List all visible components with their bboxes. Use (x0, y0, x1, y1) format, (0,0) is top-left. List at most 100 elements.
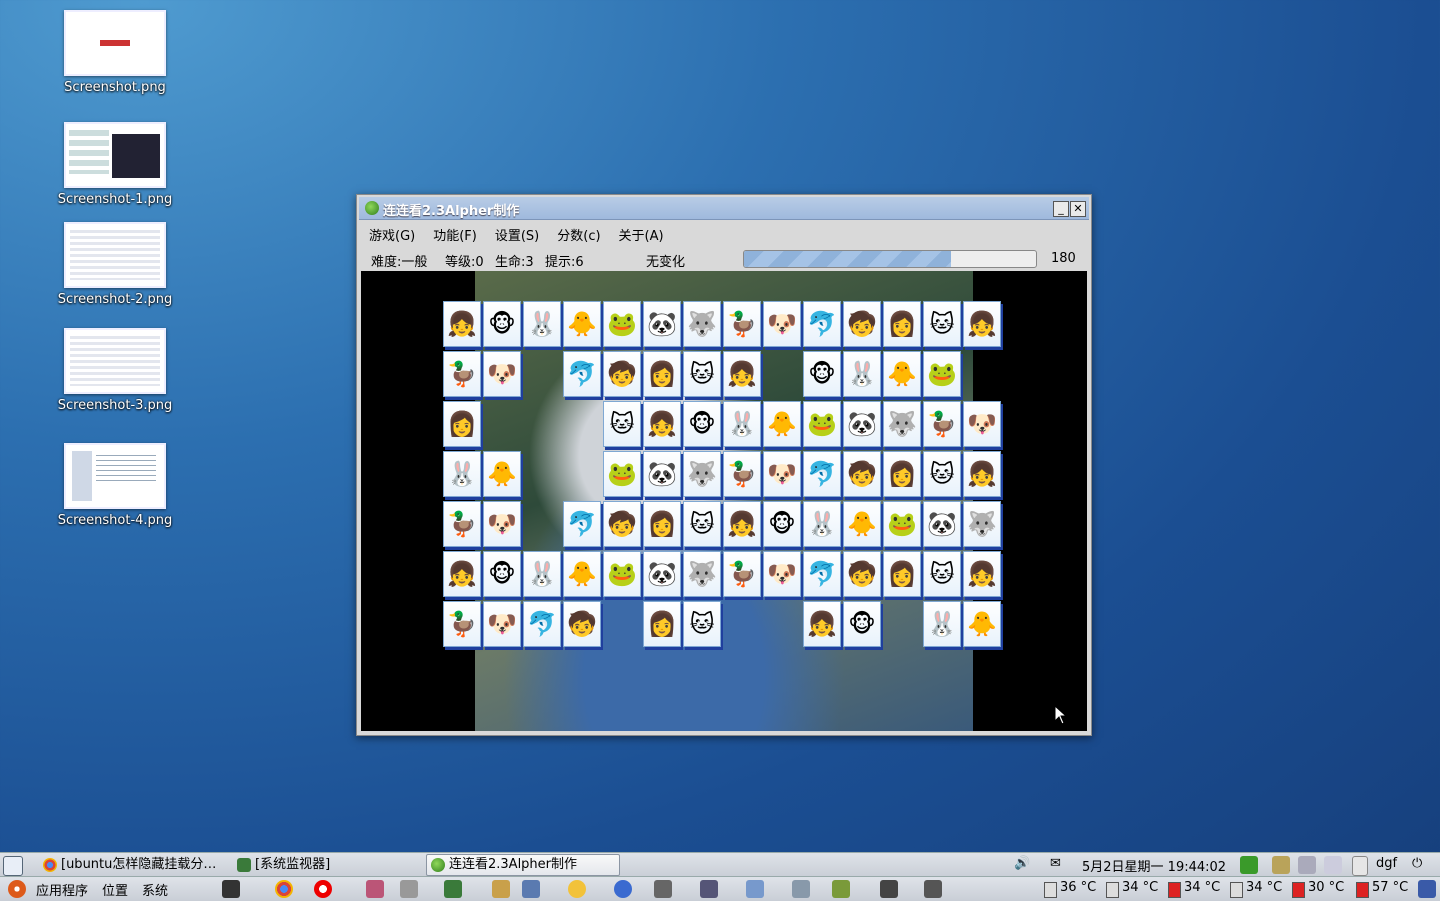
game-tile[interactable]: 🐼 (643, 451, 681, 497)
game-tile[interactable]: 🐶 (483, 351, 521, 397)
game-tile[interactable]: 🧒 (843, 551, 881, 597)
game-tile[interactable]: 🐵 (843, 601, 881, 647)
file-manager-icon[interactable] (400, 880, 418, 898)
show-desktop-icon[interactable] (3, 856, 23, 876)
menu-settings[interactable]: 设置(S) (485, 221, 547, 245)
game-tile[interactable]: 🐬 (563, 351, 601, 397)
game-tile[interactable]: 👧 (443, 551, 481, 597)
game-tray-icon[interactable] (1240, 856, 1258, 874)
game-tile[interactable]: 🐱 (923, 451, 961, 497)
game-tile[interactable]: 🐺 (963, 501, 1001, 547)
game-tile[interactable]: 👩 (883, 551, 921, 597)
virtualbox-icon[interactable] (492, 880, 510, 898)
cube-icon[interactable] (522, 880, 540, 898)
network-manager-icon[interactable] (700, 880, 718, 898)
game-tile[interactable]: 🧒 (603, 501, 641, 547)
xmind-icon[interactable] (746, 880, 764, 898)
game-tile[interactable]: 🐥 (883, 351, 921, 397)
terminal-icon[interactable] (222, 880, 240, 898)
menu-applications[interactable]: 应用程序 (36, 880, 88, 899)
book-icon[interactable] (832, 880, 850, 898)
game-tile[interactable]: 🐱 (923, 551, 961, 597)
game-tile[interactable]: 🦆 (443, 601, 481, 647)
game-tile[interactable]: 🐰 (843, 351, 881, 397)
task-chrome[interactable]: [ubuntu怎样隐藏挂载分… (38, 854, 248, 876)
game-tile[interactable]: 👧 (723, 501, 761, 547)
desktop-icon-screenshot-1[interactable]: Screenshot-1.png (55, 122, 175, 207)
game-tile[interactable]: 🐰 (923, 601, 961, 647)
keyboard-tray-icon[interactable] (1298, 856, 1316, 874)
game-tile[interactable]: 🦆 (443, 501, 481, 547)
game-tile[interactable]: 🐺 (683, 451, 721, 497)
user-name[interactable]: dgf (1376, 856, 1397, 871)
game-tile[interactable]: 🐵 (763, 501, 801, 547)
game-tile[interactable]: 🧒 (563, 601, 601, 647)
game-tile[interactable]: 🐬 (803, 551, 841, 597)
game-tile[interactable]: 🐰 (443, 451, 481, 497)
mail-icon[interactable]: ✉ (1050, 856, 1061, 871)
game-tile[interactable]: 🐰 (523, 551, 561, 597)
game-tile[interactable]: 🐼 (643, 301, 681, 347)
game-tile[interactable]: 🐺 (883, 401, 921, 447)
game-tile[interactable]: 👧 (643, 401, 681, 447)
game-tile[interactable]: 🐸 (603, 301, 641, 347)
game-tile[interactable]: 👧 (963, 451, 1001, 497)
game-tile[interactable]: 🐥 (563, 551, 601, 597)
settings-icon[interactable] (792, 880, 810, 898)
game-tile[interactable]: 👩 (643, 351, 681, 397)
game-tile[interactable]: 🐥 (563, 301, 601, 347)
game-tile[interactable]: 🐸 (923, 351, 961, 397)
minimize-button[interactable]: _ (1053, 201, 1069, 217)
power-icon[interactable]: ⏻ (1412, 856, 1422, 871)
game-tile[interactable]: 🧒 (603, 351, 641, 397)
menu-game[interactable]: 游戏(G) (359, 221, 423, 245)
game-tile[interactable]: 👧 (443, 301, 481, 347)
game-tile[interactable]: 👧 (723, 351, 761, 397)
desktop-icon-screenshot-4[interactable]: Screenshot-4.png (55, 443, 175, 528)
game-tile[interactable]: 🦆 (723, 451, 761, 497)
game-tile[interactable]: 🐥 (963, 601, 1001, 647)
game-tile[interactable]: 🐥 (843, 501, 881, 547)
menu-about[interactable]: 关于(A) (609, 221, 672, 245)
window-titlebar[interactable]: 连连看2.3Alpher制作 _ ✕ (359, 197, 1089, 220)
task-system-monitor[interactable]: [系统监视器] (232, 854, 442, 876)
game-tile[interactable]: 🐵 (483, 301, 521, 347)
game-tile[interactable]: 🐶 (763, 301, 801, 347)
game-tile[interactable]: 🐬 (563, 501, 601, 547)
menu-system[interactable]: 系统 (142, 880, 168, 899)
menu-score[interactable]: 分数(c) (547, 221, 608, 245)
game-tile[interactable]: 🐱 (683, 601, 721, 647)
clock[interactable]: 5月2日星期一 19:44:02 (1082, 856, 1226, 875)
game-tile[interactable]: 🐰 (523, 301, 561, 347)
game-tile[interactable]: 🐰 (723, 401, 761, 447)
game-tile[interactable]: 🦆 (723, 551, 761, 597)
game-tile[interactable]: 🦆 (923, 401, 961, 447)
game-tile[interactable]: 👩 (643, 501, 681, 547)
game-tile[interactable]: 🐸 (803, 401, 841, 447)
game-tile[interactable]: 🐱 (603, 401, 641, 447)
game-tile[interactable]: 🐼 (643, 551, 681, 597)
game-tile[interactable]: 🐶 (963, 401, 1001, 447)
game-tile[interactable]: 🐸 (603, 551, 641, 597)
game-tile[interactable]: 🐱 (683, 351, 721, 397)
game-tile[interactable]: 🐼 (843, 401, 881, 447)
game-tile[interactable]: 👩 (883, 301, 921, 347)
gimp-icon[interactable] (654, 880, 672, 898)
screen-tray-icon[interactable] (1324, 856, 1342, 874)
workspace-switcher-icon[interactable] (1418, 880, 1436, 898)
game-tile[interactable]: 👩 (643, 601, 681, 647)
close-button[interactable]: ✕ (1070, 201, 1086, 217)
game-tile[interactable]: 👧 (963, 551, 1001, 597)
volume-icon[interactable]: 🔊 (1014, 856, 1030, 871)
calculator-icon[interactable] (880, 880, 898, 898)
menu-function[interactable]: 功能(F) (423, 221, 485, 245)
task-game[interactable]: 连连看2.3Alpher制作 (426, 854, 620, 876)
game-tile[interactable]: 🐵 (683, 401, 721, 447)
game-tile[interactable]: 🐺 (683, 301, 721, 347)
system-monitor-launcher-icon[interactable] (444, 880, 462, 898)
desktop-icon-screenshot-3[interactable]: Screenshot-3.png (55, 328, 175, 413)
game-tile[interactable]: 👧 (803, 601, 841, 647)
home-folder-icon[interactable] (366, 880, 384, 898)
game-tile[interactable]: 🦆 (443, 351, 481, 397)
game-tile[interactable]: 🐶 (763, 551, 801, 597)
